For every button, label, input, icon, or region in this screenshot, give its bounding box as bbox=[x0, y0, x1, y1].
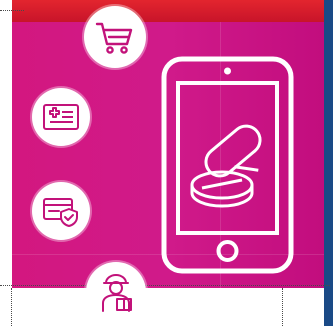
pharmacy-app-illustration bbox=[0, 0, 333, 326]
top-red-bar bbox=[12, 0, 324, 22]
right-edge-strip bbox=[324, 0, 333, 326]
dotted-line-bottom bbox=[0, 285, 330, 286]
dotted-line-left bbox=[11, 288, 12, 326]
delivery-circle bbox=[86, 262, 146, 322]
delivery-person-icon bbox=[102, 274, 132, 312]
prescription-card-icon bbox=[43, 104, 79, 130]
dotted-line-right bbox=[282, 288, 283, 326]
cart-circle bbox=[84, 6, 146, 68]
dotted-line-top bbox=[0, 10, 24, 11]
pills-icon bbox=[190, 124, 262, 208]
insurance-circle bbox=[32, 182, 90, 240]
insurance-card-shield-icon bbox=[43, 198, 78, 227]
shopping-cart-icon bbox=[95, 22, 133, 54]
prescription-circle bbox=[32, 88, 90, 146]
